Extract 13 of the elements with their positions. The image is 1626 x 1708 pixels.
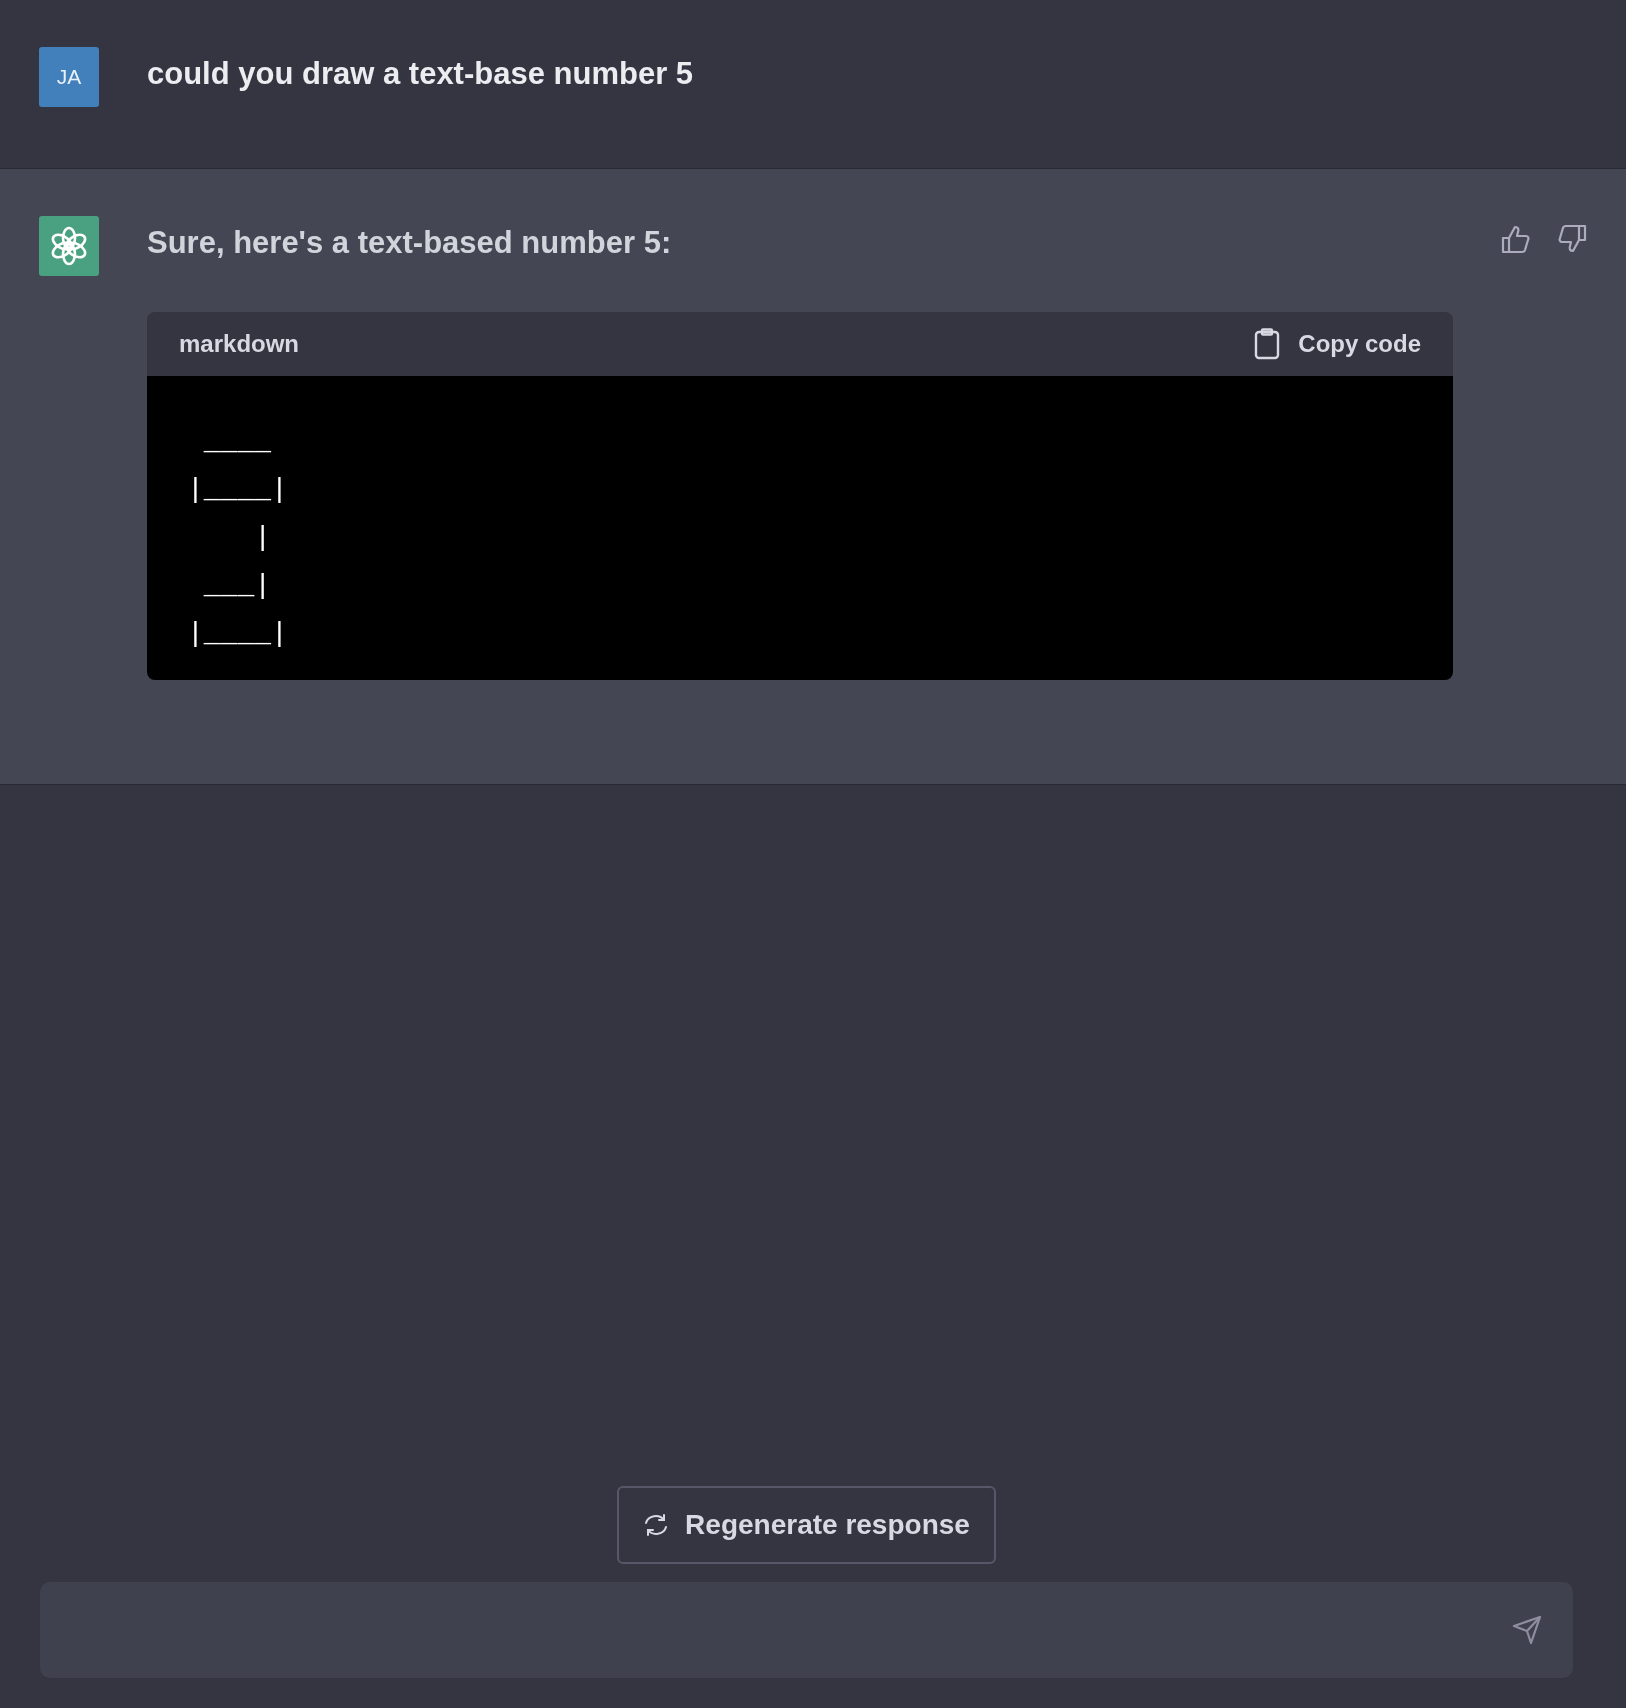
- message-input[interactable]: [40, 1582, 1573, 1678]
- message-text: could you draw a text-base number 5: [147, 57, 695, 92]
- refresh-icon: [643, 1513, 670, 1537]
- copy-code-button[interactable]: Copy code: [1254, 326, 1421, 363]
- send-button[interactable]: [1511, 1614, 1543, 1646]
- regenerate-button[interactable]: Regenerate response: [617, 1486, 996, 1564]
- code-language: markdown: [179, 329, 300, 360]
- thumbs-down-button[interactable]: [1557, 224, 1587, 254]
- clipboard-icon: [1254, 328, 1281, 361]
- user-avatar: JA: [39, 47, 99, 107]
- message-text: Sure, here's a text-based number 5:: [147, 226, 673, 261]
- thumbs-up-button[interactable]: [1501, 224, 1531, 254]
- ascii-art-code: ____ |____| | ___| |____|: [147, 376, 1453, 681]
